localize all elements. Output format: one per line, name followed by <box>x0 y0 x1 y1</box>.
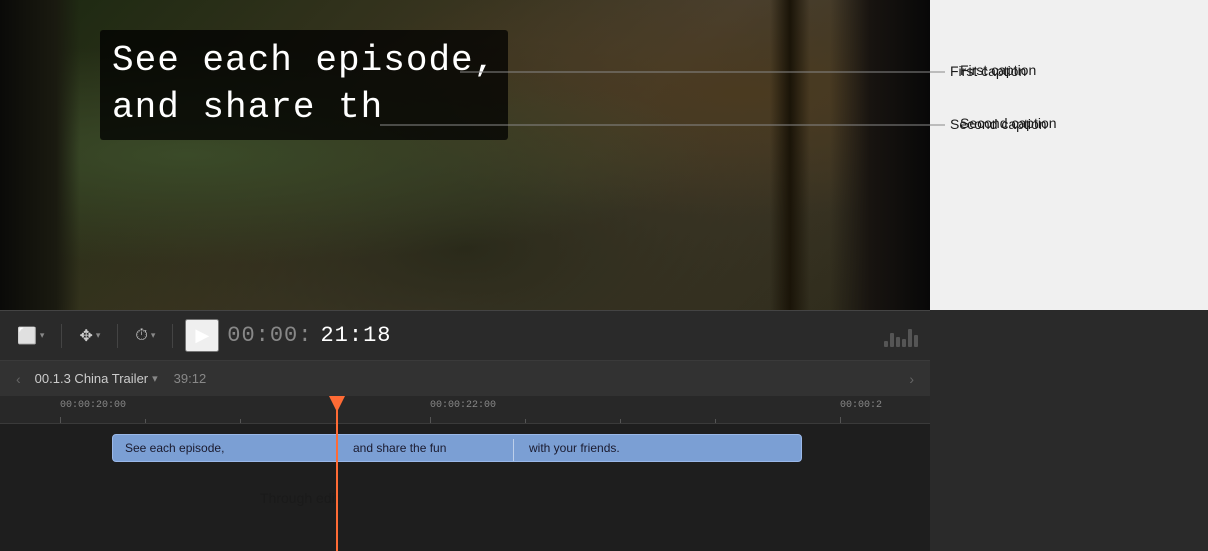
timeline-ruler: 00:00:20:00 00:00:22:00 00:00:2 <box>0 396 930 424</box>
speed-chevron-icon: ▾ <box>151 330 156 341</box>
ruler-minor-tick-5 <box>715 419 716 423</box>
tree-left-decoration <box>0 0 80 310</box>
ruler-tick-24s <box>840 417 841 423</box>
crop-tool-button[interactable]: ⬜ ▾ <box>12 323 49 349</box>
tree-right-decoration <box>830 0 930 310</box>
clip-nav-bar: ‹ 00.1.3 China Trailer ▾ 39:12 › <box>0 360 930 396</box>
crop-chevron-icon: ▾ <box>40 330 45 341</box>
clip-duration: 39:12 <box>174 371 207 386</box>
level-bar-6 <box>914 335 918 347</box>
level-bar-3 <box>896 337 900 347</box>
toolbar-right <box>884 325 918 347</box>
transform-icon: ✥ <box>79 326 92 346</box>
ruler-minor-tick-4 <box>620 419 621 423</box>
clip-name: 00.1.3 China Trailer ▾ <box>35 371 158 386</box>
toolbar: ⬜ ▾ ✥ ▾ ⏱ ▾ ▶ 00:00: 21:18 <box>0 310 930 360</box>
toolbar-sep-1 <box>61 324 62 348</box>
timeline[interactable]: 00:00:20:00 00:00:22:00 00:00:2 See each… <box>0 396 930 551</box>
level-bar-4 <box>902 339 906 347</box>
ruler-mark-20s: 00:00:20:00 <box>60 400 126 411</box>
toolbar-sep-3 <box>172 324 173 348</box>
playhead[interactable] <box>336 396 338 551</box>
clip-name-text: 00.1.3 China Trailer <box>35 371 148 386</box>
first-caption-text-label: First caption <box>960 62 1036 78</box>
annotation-panel <box>930 0 1208 310</box>
caption-block-full[interactable]: See each episode, and share the fun with… <box>112 434 802 462</box>
speed-tool-button[interactable]: ⏱ ▾ <box>130 324 160 348</box>
second-caption-text-label: Second caption <box>960 115 1057 131</box>
caption-line-1: See each episode, <box>112 38 496 85</box>
caption-overlay: See each episode, and share th <box>100 30 508 140</box>
caption-line-2: and share th <box>112 85 496 132</box>
ruler-mark-24s: 00:00:2 <box>840 400 882 411</box>
nav-prev-button[interactable]: ‹ <box>10 369 27 389</box>
caption-divider-2 <box>513 439 514 462</box>
transform-tool-button[interactable]: ✥ ▾ <box>74 323 105 349</box>
toolbar-sep-2 <box>117 324 118 348</box>
ruler-tick-22s <box>430 417 431 423</box>
ruler-mark-22s: 00:00:22:00 <box>430 400 496 411</box>
clip-dropdown-icon[interactable]: ▾ <box>152 372 158 385</box>
audio-levels <box>884 325 918 347</box>
level-bar-1 <box>884 341 888 347</box>
video-player: See each episode, and share th <box>0 0 930 310</box>
play-button[interactable]: ▶ <box>185 319 219 352</box>
ruler-minor-tick-3 <box>525 419 526 423</box>
through-edit-label: Through edit <box>260 490 339 506</box>
timecode-inactive: 00:00: <box>227 323 312 348</box>
level-bar-2 <box>890 333 894 347</box>
timecode-active: 21:18 <box>320 323 391 348</box>
right-panel <box>930 310 1208 551</box>
nav-next-button[interactable]: › <box>903 369 920 389</box>
ruler-minor-tick-2 <box>240 419 241 423</box>
ruler-minor-tick-1 <box>145 419 146 423</box>
caption-segment-3: with your friends. <box>521 441 628 455</box>
tree-mid-decoration <box>770 0 810 310</box>
caption-segment-2: and share the fun <box>345 441 454 455</box>
level-bar-5 <box>908 329 912 347</box>
caption-track[interactable]: See each episode, and share the fun with… <box>0 430 930 466</box>
transform-chevron-icon: ▾ <box>96 330 101 341</box>
speed-icon: ⏱ <box>135 327 147 345</box>
crop-icon: ⬜ <box>17 326 37 346</box>
ruler-tick-20s <box>60 417 61 423</box>
caption-segment-1: See each episode, <box>117 441 232 455</box>
